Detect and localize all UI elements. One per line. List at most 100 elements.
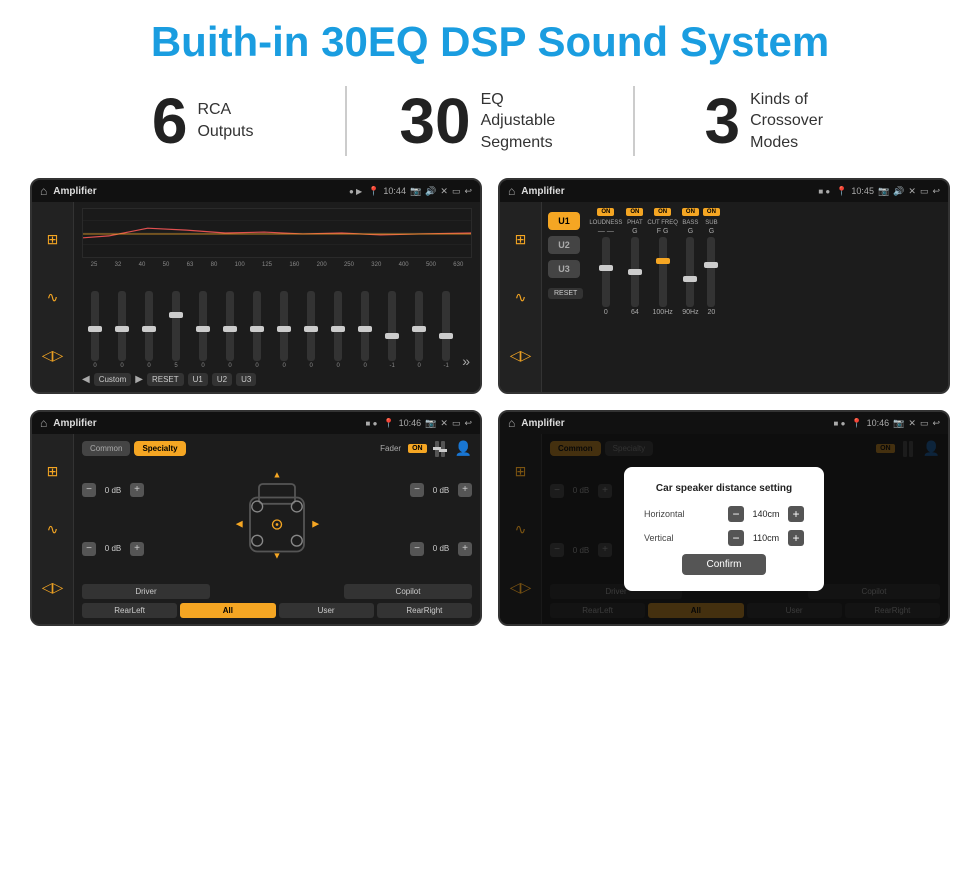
cross-vol-icon[interactable]: ◁▷ — [510, 347, 532, 364]
eq-slider-10[interactable]: 0 — [327, 291, 349, 369]
horizontal-plus[interactable]: + — [788, 506, 804, 522]
eq-app-title: Amplifier — [53, 186, 343, 197]
tab-common[interactable]: Common — [82, 441, 130, 456]
eq-slider-14[interactable]: -1 — [435, 291, 457, 369]
db1-minus[interactable]: − — [82, 483, 96, 497]
db-row-3: − 0 dB + — [410, 483, 472, 497]
loudness-slider[interactable] — [602, 237, 610, 307]
sub-slider[interactable] — [707, 237, 715, 307]
driver-btn[interactable]: Driver — [82, 584, 210, 599]
dialog-vertical-row: Vertical − 110cm + — [644, 530, 804, 546]
fader-screen-body: ⊞ ∿ ◁▷ Common Specialty Fader ON 👤 — [32, 434, 480, 624]
eq-statusbar: ⌂ Amplifier ● ▶ 📍 10:44 📷 🔊 ✕ ▭ ↩ — [32, 180, 480, 202]
eq-slider-5[interactable]: 0 — [192, 291, 214, 369]
home-icon-eq[interactable]: ⌂ — [40, 184, 47, 198]
eq-slider-4[interactable]: 5 — [165, 291, 187, 369]
all-btn[interactable]: All — [180, 603, 275, 618]
eq-slider-12[interactable]: -1 — [381, 291, 403, 369]
phat-slider[interactable] — [631, 237, 639, 307]
cross-side-icons: ⊞ ∿ ◁▷ — [500, 202, 542, 392]
crossover-presets: U1 U2 U3 RESET — [548, 208, 583, 386]
eq-custom-btn[interactable]: Custom — [94, 373, 132, 386]
bottom-btns: Driver Copilot — [82, 584, 472, 599]
fader-main: Common Specialty Fader ON 👤 — [74, 434, 480, 624]
eq-freq-labels: 2532405063 80100125160200 25032040050063… — [82, 262, 472, 268]
db1-plus[interactable]: + — [130, 483, 144, 497]
eq-slider-6[interactable]: 0 — [219, 291, 241, 369]
car-speaker-dialog: Car speaker distance setting Horizontal … — [624, 467, 824, 591]
horizontal-minus[interactable]: − — [728, 506, 744, 522]
eq-next-icon[interactable]: ▶ — [135, 374, 143, 385]
tab-specialty[interactable]: Specialty — [134, 441, 185, 456]
eq-slider-7[interactable]: 0 — [246, 291, 268, 369]
eq-u3-btn[interactable]: U3 — [236, 373, 256, 386]
eq-slider-9[interactable]: 0 — [300, 291, 322, 369]
fader-eq-icon[interactable]: ⊞ — [47, 463, 59, 480]
eq-u2-btn[interactable]: U2 — [212, 373, 232, 386]
cross-reset-btn[interactable]: RESET — [548, 288, 583, 299]
db2-minus[interactable]: − — [82, 542, 96, 556]
cross-u3-btn[interactable]: U3 — [548, 260, 580, 278]
eq-u1-btn[interactable]: U1 — [188, 373, 208, 386]
db2-plus[interactable]: + — [130, 542, 144, 556]
db3-plus[interactable]: + — [458, 483, 472, 497]
cutfreq-slider[interactable] — [659, 237, 667, 307]
fader-wave-icon[interactable]: ∿ — [47, 521, 59, 538]
db-row-2: − 0 dB + — [82, 542, 144, 556]
home-icon-fader[interactable]: ⌂ — [40, 416, 47, 430]
eq-slider-8[interactable]: 0 — [273, 291, 295, 369]
confirm-button[interactable]: Confirm — [682, 554, 765, 575]
car-diagram: ▲ ▼ ◀ ▶ — [148, 461, 406, 578]
svg-text:▲: ▲ — [273, 469, 282, 479]
stat-eq: 30 EQ Adjustable Segments — [347, 89, 632, 154]
rearright-btn[interactable]: RearRight — [377, 603, 472, 618]
fader-profile-icon[interactable]: 👤 — [455, 440, 472, 457]
right-db-controls: − 0 dB + − 0 dB + — [410, 461, 472, 578]
db4-minus[interactable]: − — [410, 542, 424, 556]
eq-dots: ● ▶ — [349, 187, 362, 196]
crossover-screen-body: ⊞ ∿ ◁▷ U1 U2 U3 RESET — [500, 202, 948, 392]
eq-status-icons: 📍 10:44 📷 🔊 ✕ ▭ ↩ — [368, 186, 472, 197]
stat-crossover: 3 Kinds of Crossover Modes — [635, 89, 920, 154]
eq-slider-2[interactable]: 0 — [111, 291, 133, 369]
dialog-screen-body: ⊞ ∿ ◁▷ Common Specialty ON 👤 — [500, 434, 948, 624]
eq-reset-btn[interactable]: RESET — [147, 373, 184, 386]
fader-vol-icon[interactable]: ◁▷ — [42, 579, 64, 596]
svg-text:▶: ▶ — [312, 518, 319, 528]
cross-wave-icon[interactable]: ∿ — [515, 289, 527, 306]
vertical-minus[interactable]: − — [728, 530, 744, 546]
eq-slider-1[interactable]: 0 — [84, 291, 106, 369]
db4-plus[interactable]: + — [458, 542, 472, 556]
copilot-btn[interactable]: Copilot — [344, 584, 472, 599]
db3-minus[interactable]: − — [410, 483, 424, 497]
cross-eq-icon[interactable]: ⊞ — [515, 231, 527, 248]
svg-text:▼: ▼ — [273, 550, 282, 560]
eq-slider-13[interactable]: 0 — [408, 291, 430, 369]
bottom-btns-row2: RearLeft All User RearRight — [82, 603, 472, 618]
dialog-title: Car speaker distance setting — [644, 483, 804, 494]
eq-prev-icon[interactable]: ◀ — [82, 374, 90, 385]
user-btn[interactable]: User — [279, 603, 374, 618]
bass-slider[interactable] — [686, 237, 694, 307]
eq-screen-card: ⌂ Amplifier ● ▶ 📍 10:44 📷 🔊 ✕ ▭ ↩ ⊞ ∿ ◁▷ — [30, 178, 482, 394]
dialog-statusbar: ⌂ Amplifier ■ ● 📍 10:46 📷 ✕ ▭ ↩ — [500, 412, 948, 434]
eq-slider-11[interactable]: 0 — [354, 291, 376, 369]
fader-tabs: Common Specialty Fader ON 👤 — [82, 440, 472, 457]
vertical-plus[interactable]: + — [788, 530, 804, 546]
eq-slider-3[interactable]: 0 — [138, 291, 160, 369]
crossover-main: U1 U2 U3 RESET ON LOUDNESS —— — [542, 202, 948, 392]
eq-scroll-right[interactable]: » — [462, 353, 470, 369]
svg-text:◀: ◀ — [236, 518, 243, 528]
waveform-icon[interactable]: ∿ — [47, 289, 59, 306]
home-icon-dialog[interactable]: ⌂ — [508, 416, 515, 430]
volume-icon[interactable]: ◁▷ — [42, 347, 64, 364]
equalizer-icon[interactable]: ⊞ — [47, 231, 59, 248]
stats-row: 6 RCA Outputs 30 EQ Adjustable Segments … — [0, 78, 980, 174]
dialog-screen-card: ⌂ Amplifier ■ ● 📍 10:46 📷 ✕ ▭ ↩ ⊞ ∿ ◁▷ C… — [498, 410, 950, 626]
rearleft-btn[interactable]: RearLeft — [82, 603, 177, 618]
cross-u2-btn[interactable]: U2 — [548, 236, 580, 254]
fader-area: − 0 dB + − 0 dB + — [82, 461, 472, 578]
cross-u1-btn[interactable]: U1 — [548, 212, 580, 230]
home-icon-cross[interactable]: ⌂ — [508, 184, 515, 198]
ch-sub: ON SUB G 20 — [703, 208, 720, 386]
